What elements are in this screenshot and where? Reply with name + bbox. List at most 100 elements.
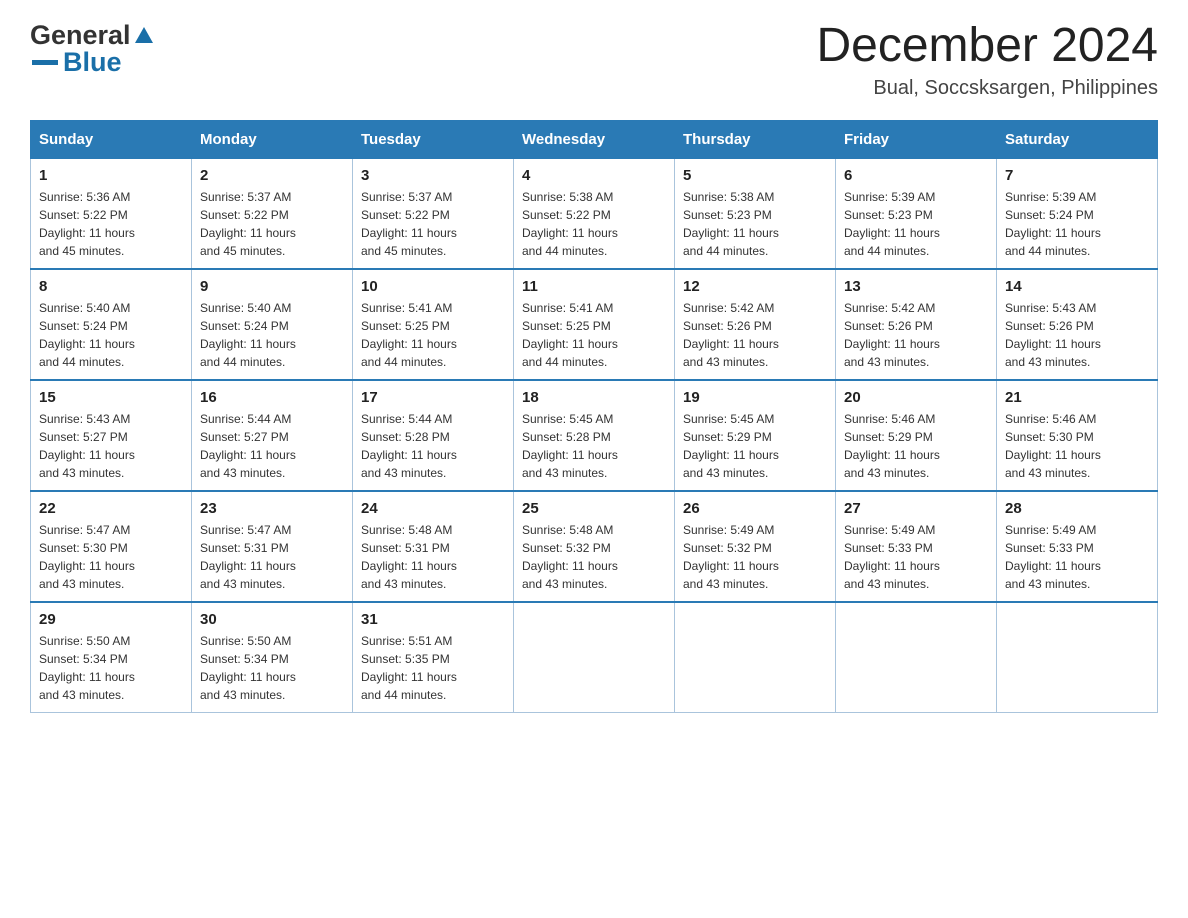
header-thursday: Thursday [675,120,836,158]
day-number: 13 [844,278,988,295]
table-row: 3 Sunrise: 5:37 AM Sunset: 5:22 PM Dayli… [353,158,514,269]
day-info: Sunrise: 5:41 AM Sunset: 5:25 PM Dayligh… [522,299,666,371]
title-section: December 2024 Bual, Soccsksargen, Philip… [816,20,1158,100]
day-number: 18 [522,389,666,406]
day-number: 20 [844,389,988,406]
day-number: 23 [200,500,344,517]
day-info: Sunrise: 5:44 AM Sunset: 5:27 PM Dayligh… [200,410,344,482]
table-row: 23 Sunrise: 5:47 AM Sunset: 5:31 PM Dayl… [192,491,353,602]
day-number: 5 [683,167,827,184]
table-row: 1 Sunrise: 5:36 AM Sunset: 5:22 PM Dayli… [31,158,192,269]
day-number: 31 [361,611,505,628]
page-header: General Blue December 2024 Bual, Soccsks… [30,20,1158,100]
calendar-week-row: 15 Sunrise: 5:43 AM Sunset: 5:27 PM Dayl… [31,380,1158,491]
table-row: 31 Sunrise: 5:51 AM Sunset: 5:35 PM Dayl… [353,602,514,713]
day-info: Sunrise: 5:41 AM Sunset: 5:25 PM Dayligh… [361,299,505,371]
table-row: 27 Sunrise: 5:49 AM Sunset: 5:33 PM Dayl… [836,491,997,602]
day-number: 21 [1005,389,1149,406]
table-row: 20 Sunrise: 5:46 AM Sunset: 5:29 PM Dayl… [836,380,997,491]
day-info: Sunrise: 5:39 AM Sunset: 5:23 PM Dayligh… [844,188,988,260]
day-number: 25 [522,500,666,517]
table-row [836,602,997,713]
day-number: 4 [522,167,666,184]
calendar-header-row: Sunday Monday Tuesday Wednesday Thursday… [31,120,1158,158]
calendar-table: Sunday Monday Tuesday Wednesday Thursday… [30,120,1158,713]
table-row: 17 Sunrise: 5:44 AM Sunset: 5:28 PM Dayl… [353,380,514,491]
table-row: 26 Sunrise: 5:49 AM Sunset: 5:32 PM Dayl… [675,491,836,602]
table-row: 25 Sunrise: 5:48 AM Sunset: 5:32 PM Dayl… [514,491,675,602]
table-row: 5 Sunrise: 5:38 AM Sunset: 5:23 PM Dayli… [675,158,836,269]
day-info: Sunrise: 5:49 AM Sunset: 5:33 PM Dayligh… [1005,521,1149,593]
day-number: 15 [39,389,183,406]
day-number: 19 [683,389,827,406]
day-number: 22 [39,500,183,517]
header-friday: Friday [836,120,997,158]
calendar-week-row: 22 Sunrise: 5:47 AM Sunset: 5:30 PM Dayl… [31,491,1158,602]
day-info: Sunrise: 5:43 AM Sunset: 5:27 PM Dayligh… [39,410,183,482]
table-row: 29 Sunrise: 5:50 AM Sunset: 5:34 PM Dayl… [31,602,192,713]
day-info: Sunrise: 5:43 AM Sunset: 5:26 PM Dayligh… [1005,299,1149,371]
day-info: Sunrise: 5:37 AM Sunset: 5:22 PM Dayligh… [361,188,505,260]
day-number: 30 [200,611,344,628]
day-info: Sunrise: 5:48 AM Sunset: 5:32 PM Dayligh… [522,521,666,593]
day-info: Sunrise: 5:38 AM Sunset: 5:23 PM Dayligh… [683,188,827,260]
table-row: 28 Sunrise: 5:49 AM Sunset: 5:33 PM Dayl… [997,491,1158,602]
day-number: 6 [844,167,988,184]
day-number: 3 [361,167,505,184]
day-number: 26 [683,500,827,517]
day-number: 17 [361,389,505,406]
day-info: Sunrise: 5:44 AM Sunset: 5:28 PM Dayligh… [361,410,505,482]
day-info: Sunrise: 5:39 AM Sunset: 5:24 PM Dayligh… [1005,188,1149,260]
logo-blue-bar [32,60,58,65]
day-number: 11 [522,278,666,295]
day-number: 29 [39,611,183,628]
logo: General Blue [30,20,155,78]
day-number: 10 [361,278,505,295]
day-info: Sunrise: 5:47 AM Sunset: 5:30 PM Dayligh… [39,521,183,593]
day-info: Sunrise: 5:42 AM Sunset: 5:26 PM Dayligh… [844,299,988,371]
table-row: 21 Sunrise: 5:46 AM Sunset: 5:30 PM Dayl… [997,380,1158,491]
day-info: Sunrise: 5:48 AM Sunset: 5:31 PM Dayligh… [361,521,505,593]
calendar-week-row: 29 Sunrise: 5:50 AM Sunset: 5:34 PM Dayl… [31,602,1158,713]
table-row [675,602,836,713]
day-info: Sunrise: 5:46 AM Sunset: 5:29 PM Dayligh… [844,410,988,482]
table-row: 7 Sunrise: 5:39 AM Sunset: 5:24 PM Dayli… [997,158,1158,269]
table-row: 19 Sunrise: 5:45 AM Sunset: 5:29 PM Dayl… [675,380,836,491]
day-info: Sunrise: 5:47 AM Sunset: 5:31 PM Dayligh… [200,521,344,593]
day-number: 12 [683,278,827,295]
day-info: Sunrise: 5:50 AM Sunset: 5:34 PM Dayligh… [200,632,344,704]
day-number: 16 [200,389,344,406]
day-number: 8 [39,278,183,295]
table-row: 13 Sunrise: 5:42 AM Sunset: 5:26 PM Dayl… [836,269,997,380]
day-number: 14 [1005,278,1149,295]
header-wednesday: Wednesday [514,120,675,158]
table-row: 2 Sunrise: 5:37 AM Sunset: 5:22 PM Dayli… [192,158,353,269]
calendar-week-row: 1 Sunrise: 5:36 AM Sunset: 5:22 PM Dayli… [31,158,1158,269]
day-info: Sunrise: 5:45 AM Sunset: 5:29 PM Dayligh… [683,410,827,482]
day-info: Sunrise: 5:49 AM Sunset: 5:32 PM Dayligh… [683,521,827,593]
table-row: 14 Sunrise: 5:43 AM Sunset: 5:26 PM Dayl… [997,269,1158,380]
day-number: 2 [200,167,344,184]
day-number: 7 [1005,167,1149,184]
day-info: Sunrise: 5:42 AM Sunset: 5:26 PM Dayligh… [683,299,827,371]
table-row: 15 Sunrise: 5:43 AM Sunset: 5:27 PM Dayl… [31,380,192,491]
logo-blue-text: Blue [63,47,122,78]
header-monday: Monday [192,120,353,158]
table-row: 18 Sunrise: 5:45 AM Sunset: 5:28 PM Dayl… [514,380,675,491]
day-info: Sunrise: 5:45 AM Sunset: 5:28 PM Dayligh… [522,410,666,482]
day-number: 27 [844,500,988,517]
header-tuesday: Tuesday [353,120,514,158]
day-number: 9 [200,278,344,295]
table-row: 12 Sunrise: 5:42 AM Sunset: 5:26 PM Dayl… [675,269,836,380]
table-row: 4 Sunrise: 5:38 AM Sunset: 5:22 PM Dayli… [514,158,675,269]
table-row: 24 Sunrise: 5:48 AM Sunset: 5:31 PM Dayl… [353,491,514,602]
day-number: 24 [361,500,505,517]
month-title: December 2024 [816,20,1158,73]
header-sunday: Sunday [31,120,192,158]
day-info: Sunrise: 5:36 AM Sunset: 5:22 PM Dayligh… [39,188,183,260]
day-info: Sunrise: 5:40 AM Sunset: 5:24 PM Dayligh… [39,299,183,371]
day-info: Sunrise: 5:49 AM Sunset: 5:33 PM Dayligh… [844,521,988,593]
day-info: Sunrise: 5:38 AM Sunset: 5:22 PM Dayligh… [522,188,666,260]
table-row: 11 Sunrise: 5:41 AM Sunset: 5:25 PM Dayl… [514,269,675,380]
table-row: 10 Sunrise: 5:41 AM Sunset: 5:25 PM Dayl… [353,269,514,380]
